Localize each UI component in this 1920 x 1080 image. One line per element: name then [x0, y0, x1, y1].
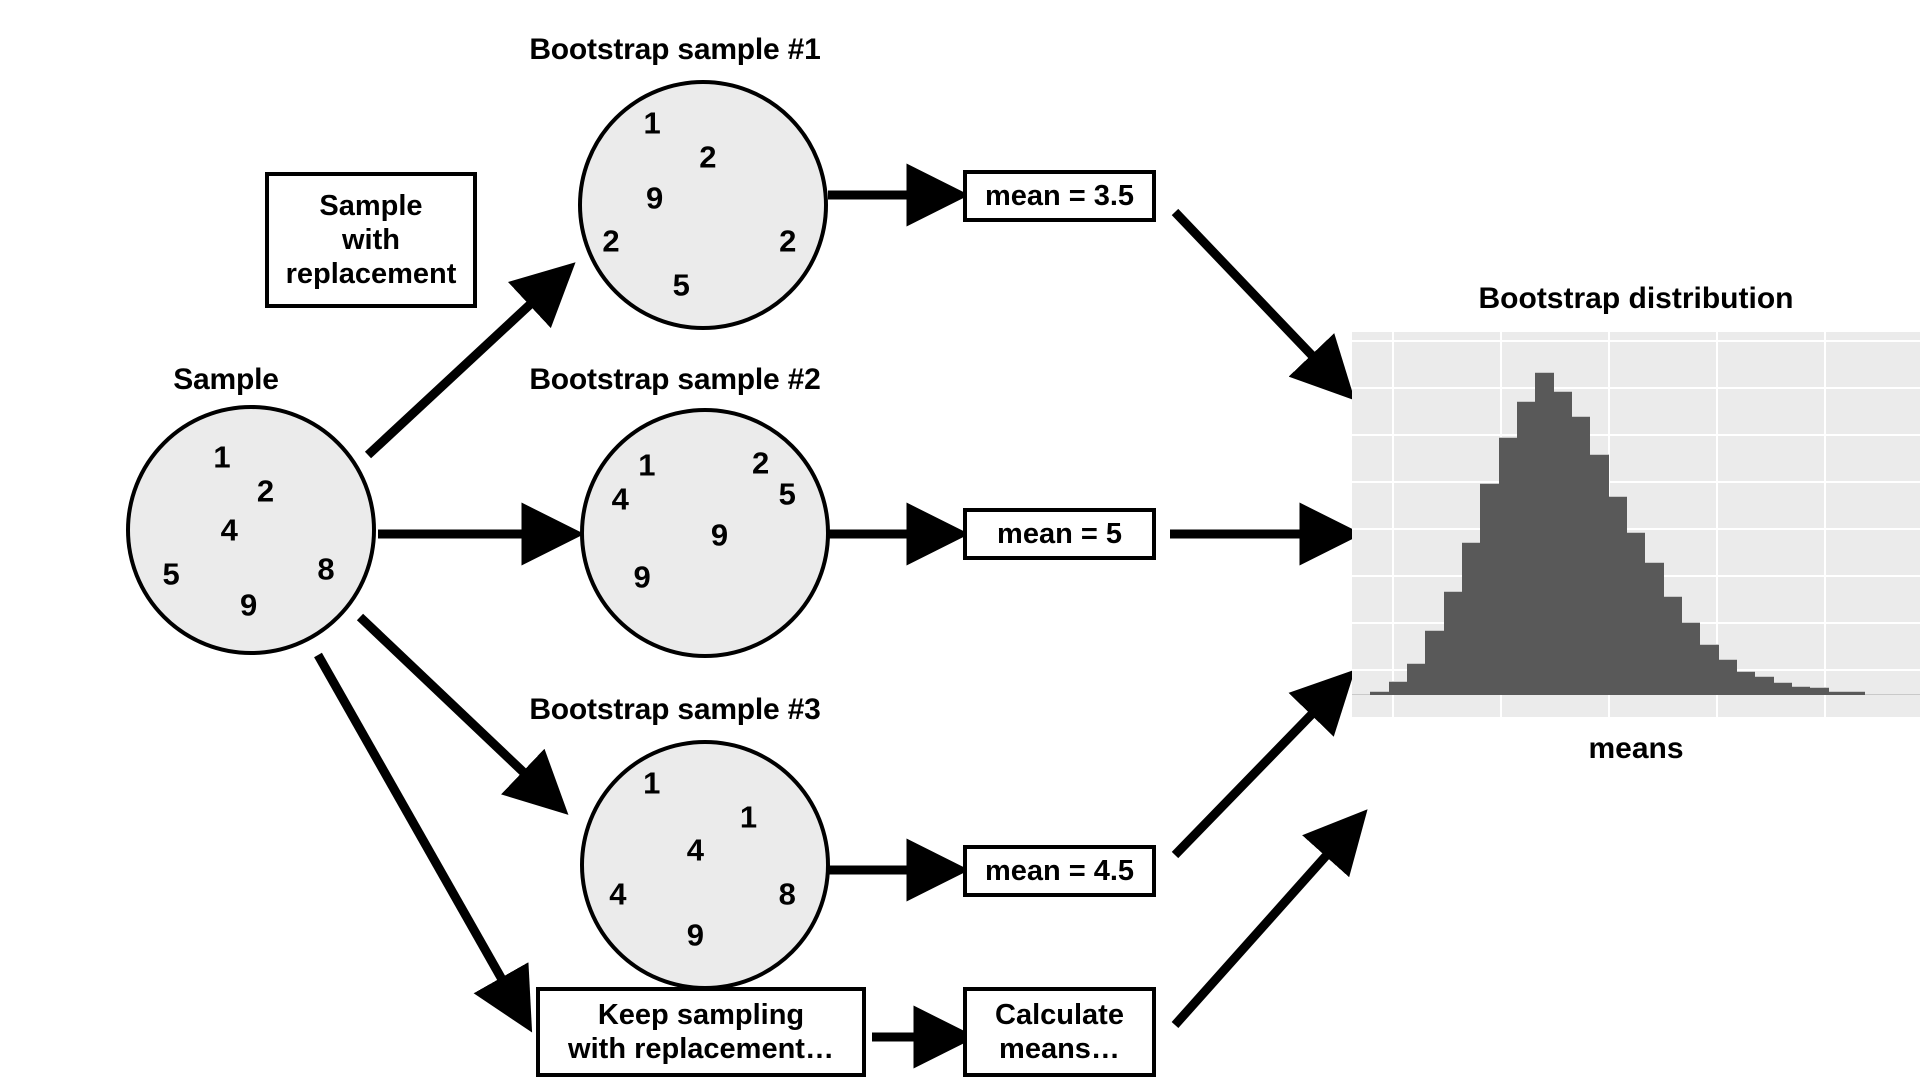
sample-value: 9 — [239, 587, 258, 623]
arrow-mean3-to-histogram — [1171, 669, 1356, 859]
histogram-bars — [1352, 355, 1920, 695]
bootstrap-value: 4 — [609, 876, 627, 912]
mean-box-2: mean = 5 — [963, 508, 1156, 560]
sample-title: Sample — [173, 363, 279, 396]
histogram-bar — [1388, 681, 1407, 695]
bootstrap-value: 2 — [699, 139, 717, 175]
bootstrap-value: 9 — [645, 180, 664, 216]
bootstrap-value: 4 — [686, 832, 704, 868]
histogram-bar — [1681, 621, 1701, 695]
histogram-bar — [1626, 531, 1646, 695]
histogram-bar — [1865, 693, 1884, 695]
chart-plot-panel — [1352, 332, 1920, 717]
arrow-mean1-to-histogram — [1171, 208, 1355, 401]
histogram-bar — [1370, 690, 1389, 695]
histogram-bar — [1700, 644, 1719, 695]
histogram-bar — [1516, 400, 1536, 695]
bootstrap-sample-3-circle: 1 1 4 4 8 9 — [580, 740, 830, 990]
histogram-bar — [1443, 591, 1462, 695]
bootstrap-value: 2 — [602, 223, 620, 259]
histogram-bar — [1553, 390, 1572, 695]
histogram-bar — [1571, 416, 1591, 695]
bootstrap-value: 2 — [779, 223, 797, 259]
bootstrap-sample-3-title: Bootstrap sample #3 — [529, 693, 821, 726]
histogram-bar — [1352, 693, 1371, 695]
histogram-bar — [1791, 686, 1811, 695]
chart-title: Bootstrap distribution — [1478, 282, 1794, 315]
histogram-bar — [1663, 596, 1682, 695]
histogram-bar — [1645, 562, 1664, 695]
histogram-bar — [1425, 630, 1444, 695]
arrow-calculate-to-histogram — [1171, 809, 1368, 1028]
sample-circle: 1 2 4 5 8 9 — [126, 405, 376, 655]
bootstrap-sample-1-title: Bootstrap sample #1 — [529, 33, 821, 66]
bootstrap-value: 1 — [638, 447, 656, 483]
histogram-bar — [1590, 453, 1609, 695]
bootstrap-value: 1 — [643, 105, 661, 141]
bootstrap-value: 2 — [752, 445, 770, 481]
bootstrap-value: 1 — [739, 799, 758, 835]
keep-sampling-box: Keep sampling with replacement… — [536, 987, 866, 1077]
histogram-bar — [1773, 682, 1792, 695]
histogram-bar — [1755, 676, 1774, 695]
bootstrap-distribution-chart: Bootstrap distribution means — [1352, 282, 1920, 802]
mean-box-3: mean = 4.5 — [963, 845, 1156, 897]
histogram-bar — [1883, 693, 1902, 695]
bootstrap-sample-2-title: Bootstrap sample #2 — [529, 363, 821, 396]
bootstrap-sample-1-circle: 1 2 9 2 2 5 — [578, 80, 828, 330]
histogram-bar — [1461, 542, 1481, 695]
histogram-bar — [1736, 671, 1756, 695]
histogram-bar — [1846, 691, 1866, 695]
bootstrap-value: 1 — [643, 765, 661, 801]
bootstrap-value: 5 — [672, 267, 690, 303]
sample-value: 5 — [162, 556, 180, 592]
sample-value: 1 — [213, 439, 231, 475]
sample-value: 4 — [220, 512, 238, 548]
histogram-bar — [1608, 496, 1627, 695]
bootstrap-value: 9 — [633, 559, 651, 595]
sample-value: 2 — [256, 473, 275, 509]
bootstrap-value: 9 — [710, 517, 729, 553]
sample-with-replacement-box: Sample with replacement — [265, 172, 477, 308]
bootstrap-sample-2-circle: 1 2 4 5 9 9 — [580, 408, 830, 658]
histogram-bar — [1901, 693, 1920, 695]
bootstrap-value: 5 — [778, 476, 796, 512]
gridline-horizontal — [1352, 340, 1920, 342]
histogram-bar — [1810, 686, 1829, 695]
arrow-sample-to-keep-sampling — [314, 652, 533, 1033]
bootstrap-diagram: Sample 1 2 4 5 8 9 Sample with replaceme… — [0, 0, 1920, 1080]
sample-value: 8 — [317, 551, 335, 587]
bootstrap-value: 4 — [611, 481, 629, 517]
histogram-bar — [1535, 372, 1554, 695]
calculate-means-box: Calculate means… — [963, 987, 1156, 1077]
histogram-bar — [1480, 482, 1499, 695]
chart-x-axis-label: means — [1588, 732, 1684, 765]
histogram-bar — [1828, 690, 1847, 695]
bootstrap-value: 9 — [686, 917, 704, 953]
histogram-bar — [1498, 436, 1517, 695]
histogram-bar — [1718, 659, 1737, 695]
mean-box-1: mean = 3.5 — [963, 170, 1156, 222]
bootstrap-value: 8 — [778, 876, 796, 912]
histogram-bar — [1406, 662, 1426, 695]
